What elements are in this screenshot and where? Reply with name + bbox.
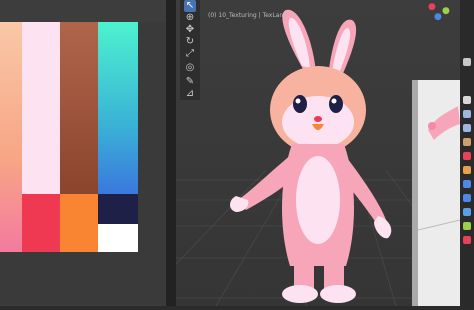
swatch-peach	[0, 22, 22, 252]
cursor-icon[interactable]: ⊕	[184, 12, 196, 24]
object-tab-icon[interactable]	[463, 166, 471, 174]
viewport-header-text: (0) 10_Texturing | TexLand	[208, 12, 287, 19]
move-icon[interactable]: ✥	[184, 24, 196, 36]
gizmo-y-icon[interactable]: ●	[442, 6, 450, 16]
swatch-orange	[60, 194, 98, 252]
swatch-navy	[98, 194, 138, 224]
scale-icon[interactable]: ⤢	[184, 48, 196, 60]
properties-tab-strip	[460, 0, 474, 306]
scene-tab-icon[interactable]	[463, 138, 471, 146]
tool-tab-icon[interactable]	[463, 58, 471, 66]
swatch-red	[22, 194, 60, 252]
modifier-tab-icon[interactable]	[463, 180, 471, 188]
render-tab-icon[interactable]	[463, 96, 471, 104]
rotate-icon[interactable]: ↻	[184, 36, 196, 48]
bunny-character[interactable]	[228, 4, 418, 306]
hand-reference-icon	[417, 106, 461, 231]
output-tab-icon[interactable]	[463, 110, 471, 118]
gizmo-x-icon[interactable]: ●	[428, 2, 436, 12]
swatch-brown	[60, 22, 98, 194]
image-editor-panel	[0, 0, 166, 306]
world-tab-icon[interactable]	[463, 152, 471, 160]
color-palette-image	[0, 22, 138, 252]
measure-icon[interactable]: ⊿	[184, 88, 196, 100]
constraints-tab-icon[interactable]	[463, 222, 471, 230]
swatch-white	[98, 224, 138, 252]
area-divider[interactable]	[166, 0, 176, 306]
swatch-light-pink	[22, 22, 60, 194]
transform-icon[interactable]: ◎	[184, 62, 196, 74]
reference-window	[417, 80, 461, 306]
physics-tab-icon[interactable]	[463, 208, 471, 216]
swatch-mint-blue	[98, 22, 138, 194]
material-tab-icon[interactable]	[463, 236, 471, 244]
particles-tab-icon[interactable]	[463, 194, 471, 202]
annotate-icon[interactable]: ✎	[184, 76, 196, 88]
image-editor-header	[0, 0, 166, 22]
select-cursor-icon[interactable]: ↖	[184, 0, 196, 12]
tool-shelf: ↖ ⊕ ✥ ↻ ⤢ ◎ ✎ ⊿	[180, 0, 200, 100]
gizmo-z-icon[interactable]: ●	[434, 12, 442, 22]
view-layer-tab-icon[interactable]	[463, 124, 471, 132]
